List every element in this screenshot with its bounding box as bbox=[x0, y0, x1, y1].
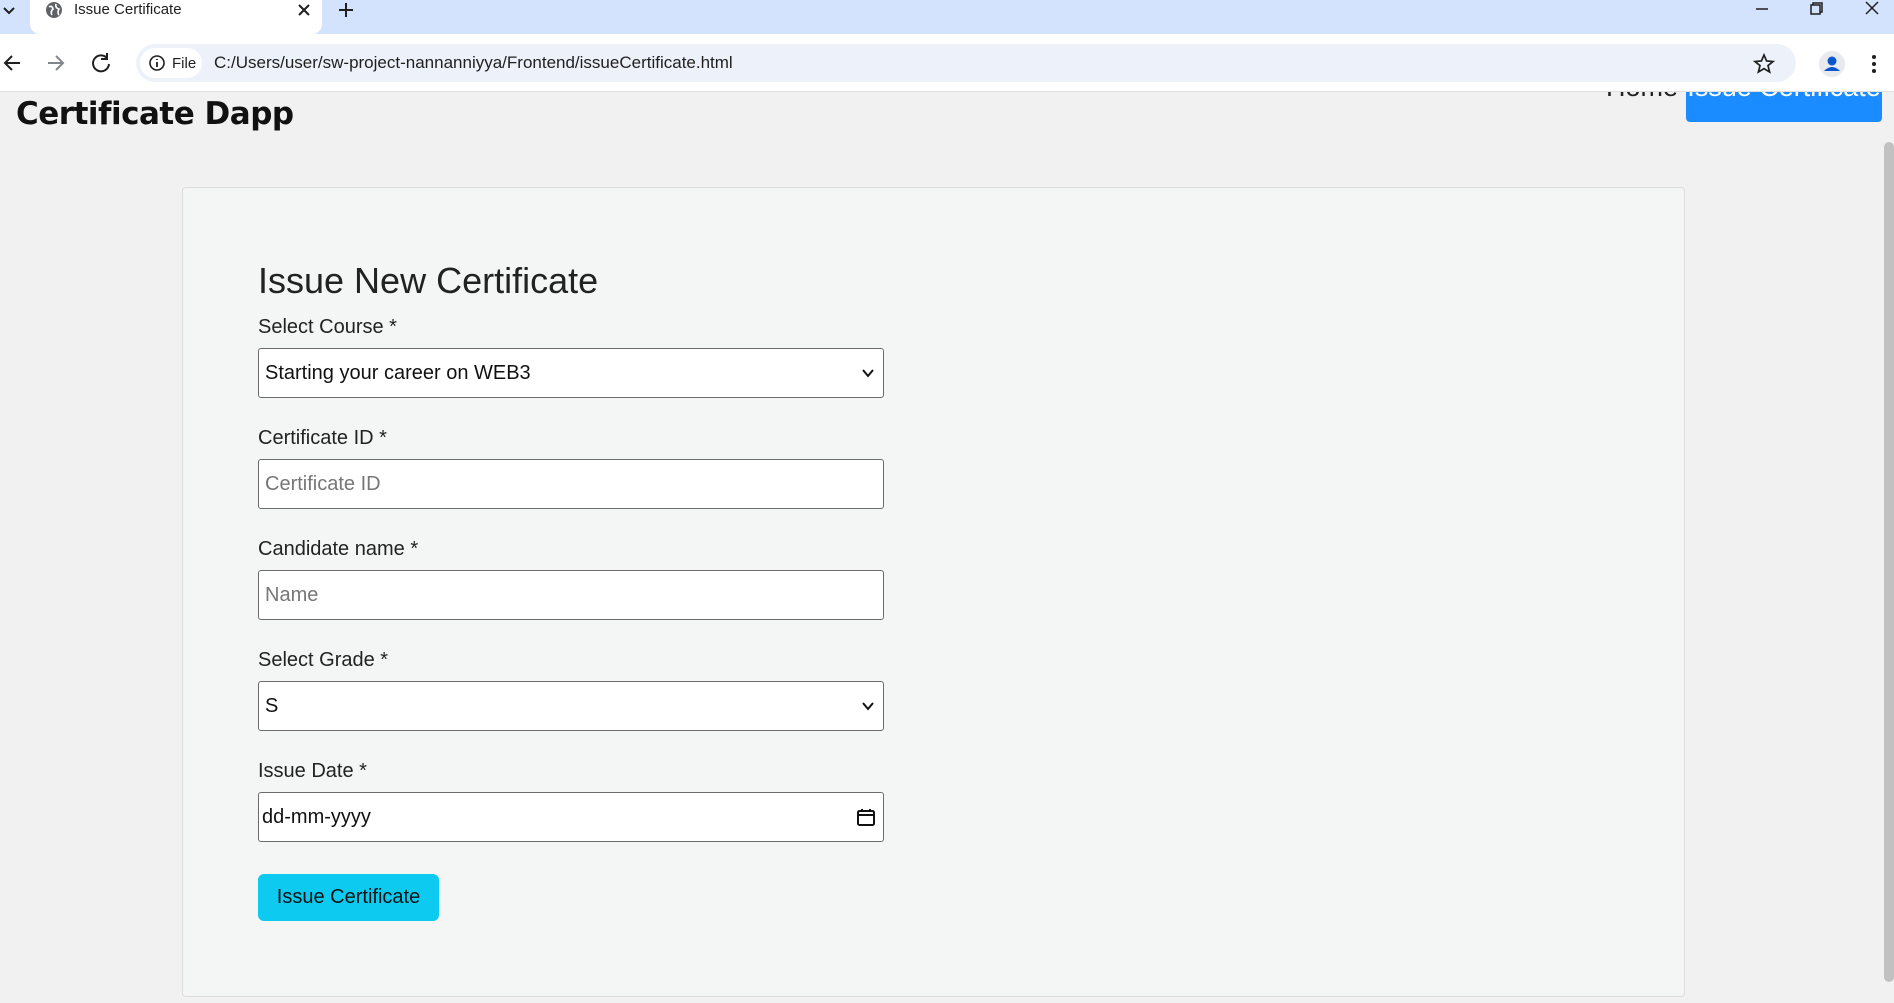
close-tab-icon[interactable] bbox=[294, 0, 314, 20]
tab-title: Issue Certificate bbox=[74, 1, 182, 18]
grade-select-value: S bbox=[265, 694, 279, 717]
page-viewport: Certificate Dapp Home Issue Certificate … bbox=[0, 92, 1884, 1003]
minimize-icon[interactable] bbox=[1752, 0, 1772, 18]
form-card: Issue New Certificate Select Course * St… bbox=[182, 187, 1685, 997]
site-info-chip[interactable]: File bbox=[140, 48, 202, 78]
browser-toolbar: File C:/Users/user/sw-project-nannanniyy… bbox=[0, 34, 1894, 92]
course-label: Select Course * bbox=[258, 316, 397, 338]
issue-certificate-button[interactable]: Issue Certificate bbox=[258, 874, 439, 921]
tab-search-chevron-icon[interactable] bbox=[0, 0, 18, 22]
certificate-id-label: Certificate ID * bbox=[258, 427, 387, 449]
new-tab-icon[interactable] bbox=[336, 0, 360, 20]
candidate-name-placeholder: Name bbox=[265, 583, 319, 606]
info-icon bbox=[149, 55, 165, 71]
profile-avatar-icon[interactable] bbox=[1818, 50, 1846, 78]
nav-link-issue-certificate[interactable]: Issue Certificate bbox=[1686, 92, 1882, 122]
tab-strip: Issue Certificate bbox=[0, 0, 1894, 34]
calendar-icon[interactable] bbox=[855, 806, 877, 828]
grade-select[interactable]: S bbox=[258, 681, 884, 731]
certificate-id-placeholder: Certificate ID bbox=[265, 472, 381, 495]
more-menu-icon[interactable] bbox=[1868, 50, 1880, 78]
bookmark-star-icon[interactable] bbox=[1752, 52, 1776, 76]
chevron-down-icon bbox=[862, 369, 874, 378]
reload-icon[interactable] bbox=[88, 50, 114, 76]
forward-arrow-icon[interactable] bbox=[42, 50, 68, 76]
course-select[interactable]: Starting your career on WEB3 bbox=[258, 348, 884, 398]
candidate-name-input[interactable]: Name bbox=[258, 570, 884, 620]
course-select-value: Starting your career on WEB3 bbox=[265, 361, 531, 384]
back-arrow-icon[interactable] bbox=[0, 50, 26, 76]
site-chip-label: File bbox=[172, 54, 197, 72]
globe-icon bbox=[44, 0, 64, 20]
address-bar[interactable]: File C:/Users/user/sw-project-nannanniyy… bbox=[136, 44, 1796, 82]
nav-link-home[interactable]: Home bbox=[1606, 92, 1678, 103]
restore-icon[interactable] bbox=[1806, 0, 1826, 18]
grade-label: Select Grade * bbox=[258, 649, 389, 671]
page-scrollbar[interactable] bbox=[1884, 92, 1894, 1003]
window-close-icon[interactable] bbox=[1862, 0, 1882, 18]
candidate-name-label: Candidate name * bbox=[258, 538, 419, 560]
certificate-id-input[interactable]: Certificate ID bbox=[258, 459, 884, 509]
brand-title[interactable]: Certificate Dapp bbox=[16, 96, 294, 132]
form-title: Issue New Certificate bbox=[258, 260, 599, 301]
issue-date-input[interactable]: dd-mm-yyyy bbox=[258, 792, 884, 842]
issue-date-label: Issue Date * bbox=[258, 760, 367, 782]
issue-date-value: dd-mm-yyyy bbox=[262, 805, 371, 828]
scrollbar-thumb[interactable] bbox=[1884, 142, 1894, 982]
active-tab[interactable]: Issue Certificate bbox=[30, 0, 322, 34]
url-text[interactable]: C:/Users/user/sw-project-nannanniyya/Fro… bbox=[214, 44, 733, 82]
chevron-down-icon bbox=[862, 702, 874, 711]
